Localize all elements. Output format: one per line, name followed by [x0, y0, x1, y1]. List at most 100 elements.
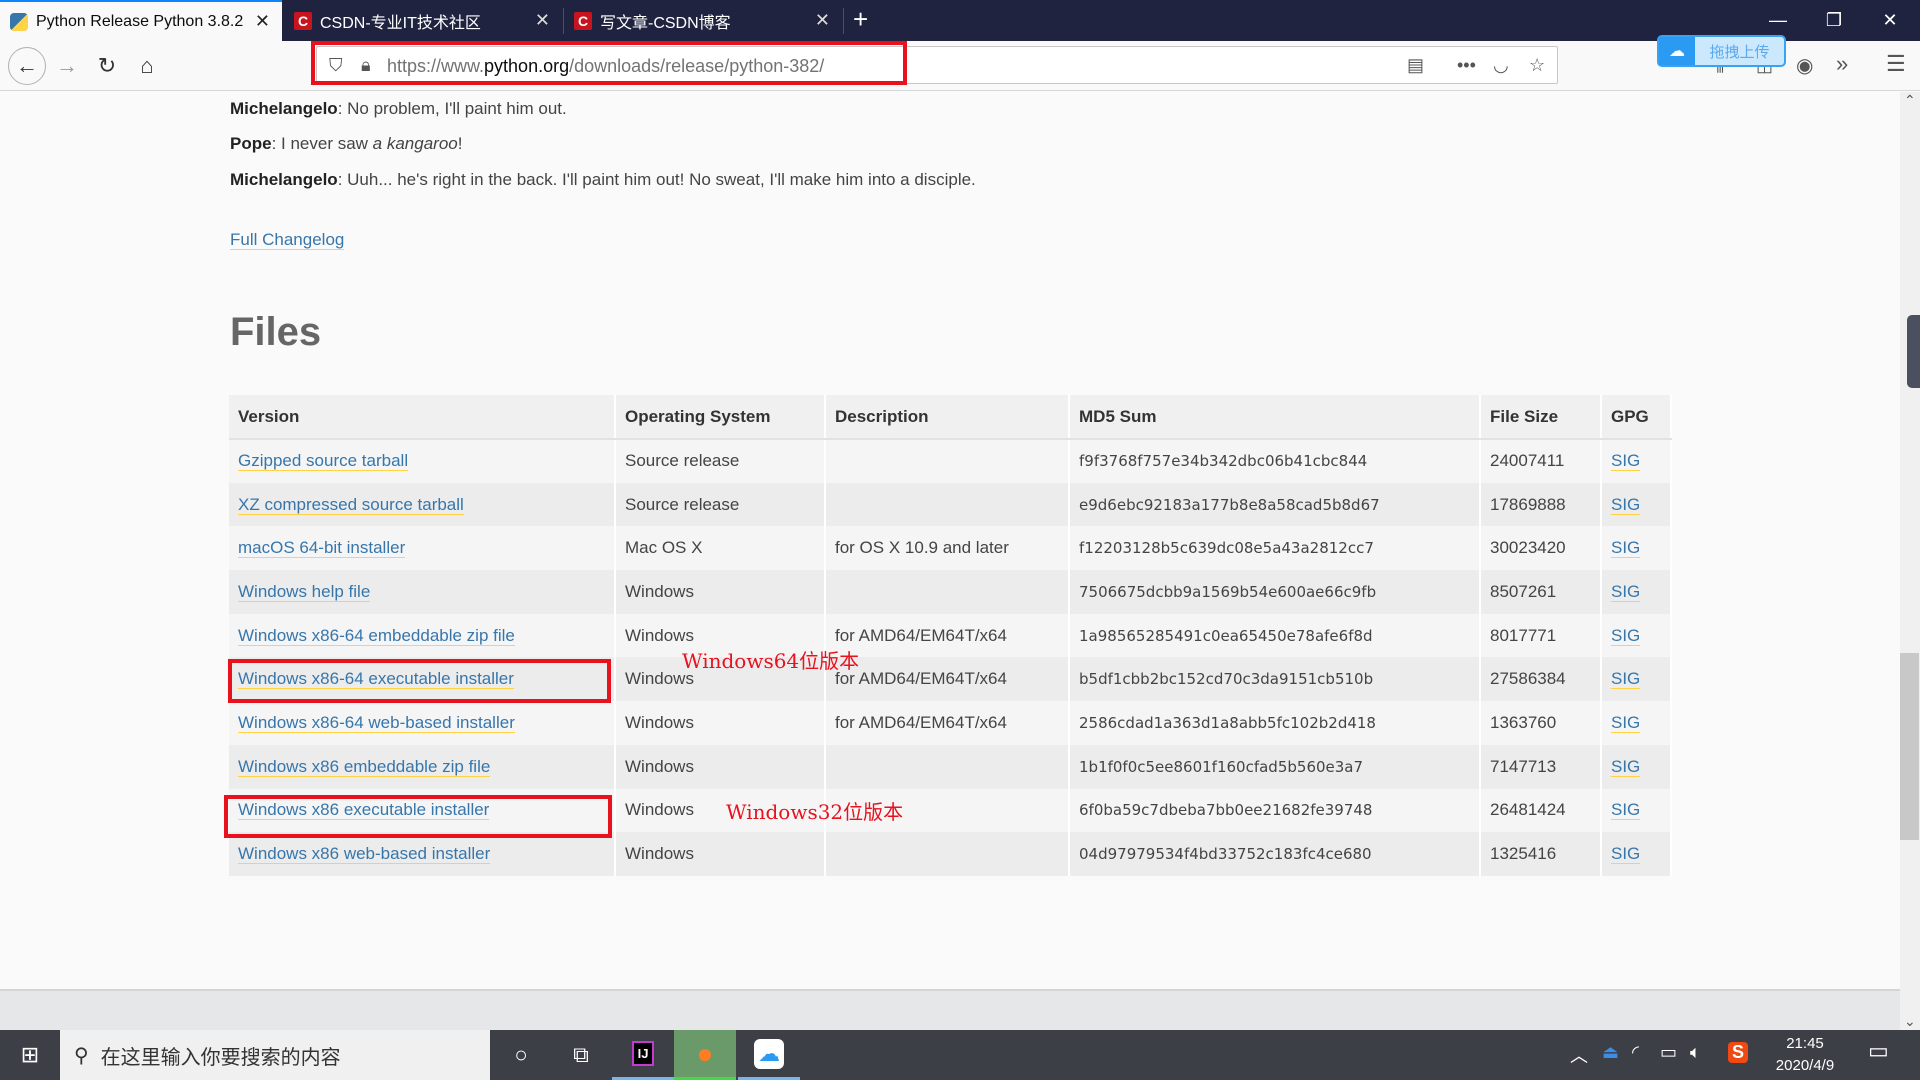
new-tab-button[interactable]: +	[853, 4, 868, 35]
volume-icon[interactable]: 🔈︎	[1690, 1042, 1701, 1063]
reader-view-icon[interactable]: ▤	[1407, 55, 1424, 76]
win64-highlight-box	[228, 659, 611, 703]
page-footer	[0, 989, 1900, 1030]
drag-upload-widget[interactable]: ☁ 拖拽上传	[1657, 35, 1786, 67]
file-size-cell: 26481424	[1480, 788, 1602, 833]
wifi-icon[interactable]: ◜	[1632, 1042, 1639, 1063]
reload-icon: ↻	[97, 53, 117, 78]
description-cell	[825, 570, 1070, 614]
taskbar-search[interactable]: ⚲ 在这里输入你要搜索的内容	[60, 1030, 490, 1080]
file-size-cell: 17869888	[1480, 482, 1602, 527]
more-actions-icon[interactable]: •••	[1457, 55, 1476, 76]
tab-csdn-write[interactable]: C 写文章-CSDN博客 ✕	[564, 0, 842, 41]
version-cell: Gzipped source tarball	[229, 439, 616, 483]
baidu-netdisk-icon: ☁	[754, 1038, 784, 1069]
dialogue-line: Pope: I never saw a kangaroo!	[230, 134, 463, 153]
battery-icon[interactable]: ▭	[1660, 1042, 1677, 1063]
csdn-icon: C	[294, 11, 312, 30]
sig-link[interactable]: SIG	[1611, 494, 1641, 515]
version-cell: Windows x86 embeddable zip file	[229, 744, 616, 789]
version-link[interactable]: Windows x86-64 embeddable zip file	[238, 625, 515, 646]
task-view-button[interactable]: ⧉	[550, 1030, 612, 1080]
start-button[interactable]: ⊞	[0, 1030, 60, 1080]
description-cell	[825, 482, 1070, 527]
sig-link[interactable]: SIG	[1611, 844, 1641, 865]
firefox-app[interactable]: ●	[674, 1030, 736, 1080]
sogou-ime-icon[interactable]: S	[1728, 1042, 1749, 1063]
cortana-button[interactable]: ○	[490, 1030, 552, 1080]
version-link[interactable]: Gzipped source tarball	[238, 451, 409, 472]
sig-link[interactable]: SIG	[1611, 712, 1641, 733]
baidu-netdisk-app[interactable]: ☁	[738, 1030, 800, 1080]
bookmark-star-icon[interactable]: ☆	[1529, 55, 1545, 76]
csdn-icon: C	[574, 11, 592, 30]
forward-button[interactable]: →	[50, 49, 84, 83]
os-cell: Windows	[625, 625, 694, 645]
version-link[interactable]: Windows x86-64 web-based installer	[238, 712, 515, 733]
version-link[interactable]: macOS 64-bit installer	[238, 538, 406, 559]
md5-cell: f9f3768f757e34b342dbc06b41cbc844	[1069, 439, 1481, 483]
menu-icon[interactable]: ☰	[1886, 51, 1906, 77]
sig-link[interactable]: SIG	[1611, 756, 1641, 777]
show-hidden-icons[interactable]: ︿	[1570, 1042, 1588, 1068]
scroll-down-icon[interactable]: ⌄	[1904, 1013, 1916, 1030]
os-cell: Windows	[615, 832, 826, 876]
file-size-cell: 30023420	[1490, 538, 1566, 558]
python-icon	[10, 12, 28, 31]
version-link[interactable]: XZ compressed source tarball	[238, 494, 464, 515]
notification-icon[interactable]: ▭	[1868, 1038, 1889, 1064]
version-cell: Windows x86-64 web-based installer	[229, 701, 616, 745]
usb-icon[interactable]: ⏏	[1602, 1042, 1619, 1063]
restore-button[interactable]: ❐	[1806, 0, 1862, 41]
firefox-icon: ●	[696, 1037, 714, 1069]
forward-arrow-icon: →	[56, 53, 78, 78]
tab-separator	[843, 8, 844, 34]
os-cell: Windows	[625, 581, 694, 601]
full-changelog-link[interactable]: Full Changelog	[230, 230, 345, 250]
reload-button[interactable]: ↻	[90, 49, 124, 83]
close-tab-icon[interactable]: ✕	[255, 11, 270, 32]
close-window-button[interactable]: ✕	[1862, 0, 1918, 41]
tab-title: CSDN-专业IT技术社区	[320, 14, 481, 32]
table-row: Gzipped source tarball Source release f9f3…	[229, 439, 1672, 483]
close-tab-icon[interactable]: ✕	[535, 10, 550, 31]
account-icon[interactable]: ◉	[1796, 53, 1813, 78]
close-tab-icon[interactable]: ✕	[815, 10, 830, 31]
home-button[interactable]: ⌂	[130, 49, 164, 83]
vertical-scrollbar[interactable]: ⌃ ⌄	[1900, 92, 1920, 1030]
sig-link[interactable]: SIG	[1611, 625, 1641, 646]
pocket-icon[interactable]: ◡	[1493, 55, 1509, 76]
scroll-up-icon[interactable]: ⌃	[1904, 92, 1916, 109]
sig-link[interactable]: SIG	[1611, 451, 1641, 472]
version-cell: Windows x86-64 embeddable zip file	[229, 613, 616, 658]
md5-cell: e9d6ebc92183a177b8e8a58cad5b8d67	[1079, 495, 1380, 514]
os-cell: Windows	[625, 756, 694, 776]
sig-cell: SIG	[1601, 832, 1672, 876]
dialogue-line: Michelangelo: Uuh... he's right in the b…	[230, 170, 976, 189]
back-button[interactable]: ←	[8, 47, 46, 85]
version-link[interactable]: Windows help file	[238, 581, 371, 602]
sig-link[interactable]: SIG	[1611, 800, 1641, 821]
table-row: Windows x86 web-based installer Windows 04…	[229, 832, 1672, 876]
upload-label: 拖拽上传	[1709, 43, 1770, 61]
sig-link[interactable]: SIG	[1611, 538, 1641, 559]
intellij-app[interactable]: IJ	[612, 1030, 674, 1080]
scrollbar-thumb[interactable]	[1900, 653, 1919, 840]
tab-csdn-community[interactable]: C CSDN-专业IT技术社区 ✕	[284, 0, 562, 41]
sig-link[interactable]: SIG	[1611, 669, 1641, 690]
version-link[interactable]: Windows x86 web-based installer	[238, 844, 491, 865]
description-cell: for OS X 10.9 and later	[835, 538, 1009, 558]
file-size-cell: 30023420	[1480, 526, 1602, 571]
md5-cell: 6f0ba59c7dbeba7bb0ee21682fe39748	[1069, 788, 1481, 833]
os-cell: Source release	[625, 494, 740, 514]
description-cell: for AMD64/EM64T/x64	[835, 712, 1007, 732]
tab-python-release[interactable]: Python Release Python 3.8.2 ✕	[0, 0, 282, 41]
overflow-icon[interactable]: »	[1836, 51, 1848, 77]
clock[interactable]: 21:45 2020/4/9	[1770, 1033, 1840, 1077]
description-cell	[825, 744, 1070, 789]
windows-logo-icon: ⊞	[20, 1042, 40, 1067]
sig-link[interactable]: SIG	[1611, 581, 1641, 602]
version-link[interactable]: Windows x86 embeddable zip file	[238, 756, 491, 777]
md5-cell: 04d97979534f4bd33752c183fc4ce680	[1069, 832, 1481, 876]
win32-highlight-box	[224, 795, 612, 838]
